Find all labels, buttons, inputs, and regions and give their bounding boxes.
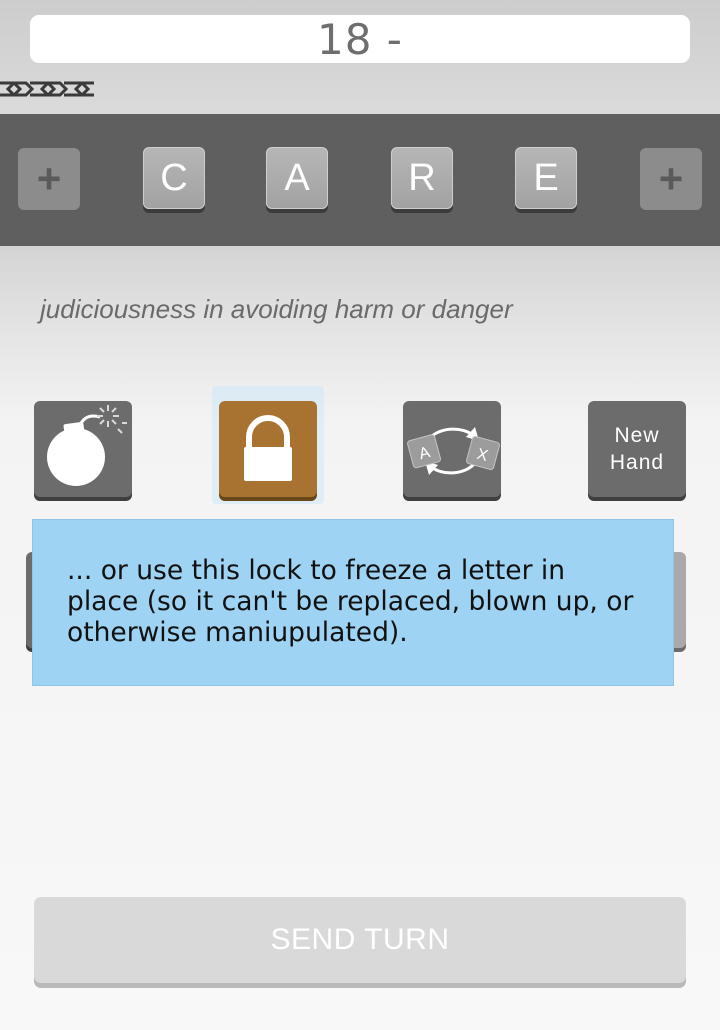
letter-tile[interactable]: E (515, 147, 577, 209)
send-turn-button[interactable]: SEND TURN (34, 897, 686, 983)
tutorial-tooltip[interactable]: ... or use this lock to freeze a letter … (32, 519, 674, 686)
send-turn-label: SEND TURN (270, 923, 450, 956)
letter-tile[interactable]: A (266, 147, 328, 209)
new-hand-label: New Hand (609, 424, 665, 474)
add-letter-before-button[interactable]: + (18, 148, 80, 210)
letter-tile-label: R (408, 156, 436, 199)
word-definition: judiciousness in avoiding harm or danger (40, 294, 513, 324)
padlock-icon (244, 415, 292, 481)
letter-tile-label: A (284, 156, 310, 199)
score-text: 18 - (317, 14, 403, 64)
plus-icon: + (36, 155, 62, 202)
plus-icon: + (658, 155, 684, 202)
tooltip-text: ... or use this lock to freeze a letter … (67, 555, 634, 648)
swap-letters-button[interactable]: A X (403, 401, 501, 497)
score-display: 18 - (30, 14, 690, 64)
lock-button[interactable] (219, 401, 317, 497)
bomb-button[interactable] (34, 401, 132, 497)
word-strip: + C A R E + (0, 114, 720, 246)
add-letter-after-button[interactable]: + (640, 148, 702, 210)
swap-letters-icon: A X (407, 427, 500, 475)
letter-tile[interactable]: C (143, 147, 205, 209)
chain-link-icon[interactable] (0, 78, 96, 100)
letter-tile-label: C (160, 156, 188, 199)
bomb-icon (47, 405, 127, 486)
letter-tile[interactable]: R (391, 147, 453, 209)
new-hand-button[interactable]: New Hand (588, 401, 686, 497)
letter-tile-label: E (533, 156, 559, 199)
